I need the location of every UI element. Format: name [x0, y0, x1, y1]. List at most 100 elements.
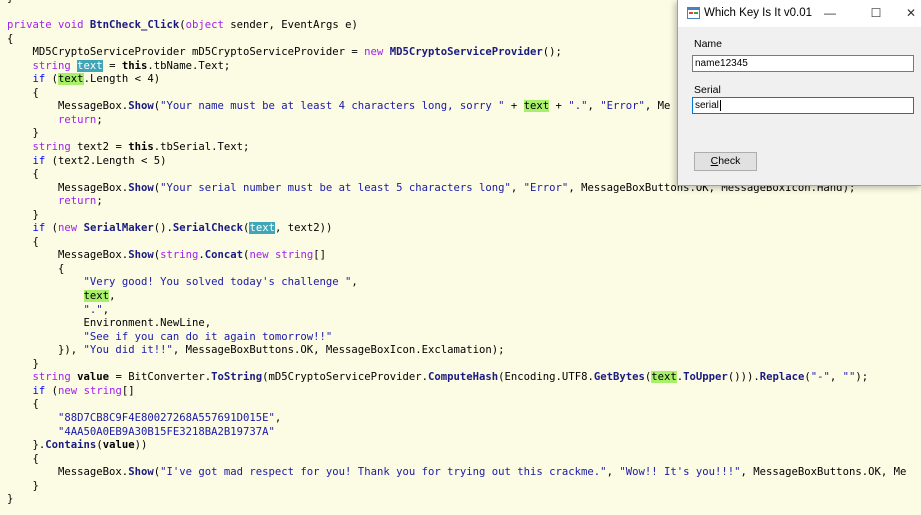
code-token: }. [7, 439, 46, 452]
check-button[interactable]: Check [694, 152, 757, 171]
code-token: MD5CryptoServiceProvider mD5CryptoServic… [7, 46, 365, 59]
code-token: "Error" [523, 181, 569, 194]
code-line: } [0, 493, 921, 507]
code-token: string [32, 371, 78, 384]
code-token: .tbSerial.Text; [153, 141, 250, 154]
code-token: { [7, 32, 14, 45]
code-token: if [32, 154, 52, 167]
highlighted-token: text [651, 371, 677, 384]
code-token: ())). [727, 371, 760, 384]
code-token: }), [7, 344, 84, 357]
serial-input[interactable]: serial [692, 97, 914, 114]
code-line: return; [0, 195, 921, 209]
code-token: "Error" [600, 100, 645, 113]
code-token: , text2)) [274, 222, 333, 235]
code-token: this [121, 59, 148, 72]
code-token: , [510, 181, 524, 194]
code-line: MessageBox.Show(string.Concat(new string… [0, 249, 921, 263]
code-token: [] [313, 249, 326, 262]
code-token: Environment.NewLine, [7, 317, 212, 330]
code-token: "-" [810, 371, 830, 384]
highlighted-token: text [83, 290, 110, 303]
code-token: } [7, 127, 39, 140]
text-caret [719, 99, 721, 111]
code-token: , MessageBoxButtons.OK, MessageBoxIcon.E… [172, 344, 505, 357]
code-line: MessageBox.Show("I've got mad respect fo… [0, 466, 921, 480]
serial-input-value: serial [695, 100, 719, 111]
code-token: { [7, 86, 39, 99]
code-line: if (new SerialMaker().SerialCheck(text, … [0, 222, 921, 236]
code-token: object [185, 19, 224, 32]
minimize-button[interactable]: — [812, 0, 848, 27]
code-token: "." [83, 303, 103, 316]
highlighted-token: text [249, 222, 275, 235]
crackme-window: Which Key Is It v0.01 — ☐ ✕ Name name123… [677, 0, 921, 186]
code-token: (text2.Length < 5) [51, 154, 167, 167]
code-token: Show [128, 100, 154, 113]
code-token: ; [96, 113, 103, 126]
code-line: } [0, 480, 921, 494]
highlighted-token: text [77, 59, 103, 72]
code-token: + [504, 100, 524, 113]
code-token: { [7, 398, 39, 411]
code-token: , [102, 303, 110, 316]
code-token: "Your name must be at least 4 characters… [160, 100, 505, 113]
code-token: )) [134, 439, 148, 452]
name-input[interactable]: name12345 [692, 55, 914, 72]
code-token: "You did it!!" [83, 344, 173, 357]
code-token: string [160, 249, 199, 262]
code-line: } [0, 209, 921, 223]
code-token: return [58, 195, 97, 208]
code-token: "See if you can do it again tomorrow!!" [83, 330, 333, 343]
code-token: value [77, 371, 110, 384]
code-token: ToString [211, 371, 263, 384]
code-token: this [128, 141, 154, 154]
code-token: , [351, 276, 358, 289]
title-bar[interactable]: Which Key Is It v0.01 — ☐ ✕ [678, 0, 921, 27]
code-token: GetBytes [593, 371, 645, 384]
code-line: "Very good! You solved today's challenge… [0, 276, 921, 290]
code-token: return [58, 113, 97, 126]
code-token: , [274, 411, 282, 424]
code-line: "88D7CB8C9F4E80027268A557691D015E", [0, 412, 921, 426]
code-token: { [7, 235, 39, 248]
code-token: Contains [45, 439, 97, 452]
code-token: MessageBox. [7, 249, 129, 262]
code-token: ToUpper [683, 371, 728, 384]
code-line: { [0, 263, 921, 277]
code-token: "4AA50A0EB9A30B15FE3218BA2B19737A" [58, 425, 275, 438]
code-token: "" [842, 371, 856, 384]
code-token: , Me [644, 100, 671, 113]
code-token: } [7, 479, 39, 492]
code-token: sender, EventArgs e) [223, 19, 358, 32]
code-line: { [0, 236, 921, 250]
highlighted-token: text [58, 73, 84, 86]
maximize-button[interactable]: ☐ [858, 0, 894, 27]
name-label: Name [694, 38, 723, 50]
code-token: if [32, 222, 52, 235]
code-token: Replace [759, 371, 805, 384]
close-button[interactable]: ✕ [893, 0, 921, 27]
code-token: MD5CryptoServiceProvider [389, 46, 543, 59]
code-token: , [587, 100, 601, 113]
code-token: , MessageBoxButtons.OK, Me [740, 466, 907, 479]
code-line: text, [0, 290, 921, 304]
code-token: string [274, 249, 314, 262]
code-token: (). [153, 222, 173, 235]
code-line: if (new string[] [0, 385, 921, 399]
code-token: = BitConverter. [109, 371, 212, 384]
code-token: { [7, 168, 39, 181]
code-token: [] [121, 384, 135, 397]
code-token: text2 = [77, 141, 129, 154]
code-token: BtnCheck_Click [89, 19, 180, 32]
code-token: (mD5CryptoServiceProvider. [262, 371, 428, 384]
